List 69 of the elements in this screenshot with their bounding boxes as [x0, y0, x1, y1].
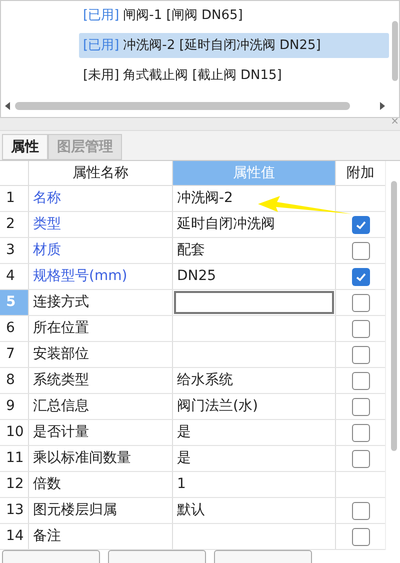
- checkmark-icon: [354, 218, 366, 230]
- value-input-field[interactable]: [174, 291, 334, 314]
- status-label: [未用]: [83, 66, 120, 85]
- row-number: 13: [0, 498, 29, 523]
- checkbox[interactable]: [352, 450, 370, 468]
- row-number: 7: [0, 342, 29, 367]
- checkbox[interactable]: [352, 502, 370, 520]
- vertical-scrollbar[interactable]: [391, 181, 397, 451]
- property-value: 给水系统: [176, 371, 233, 390]
- property-name: 名称: [29, 186, 173, 211]
- property-name: 倍数: [29, 472, 173, 497]
- row-number: 3: [0, 238, 29, 263]
- checkbox[interactable]: [352, 528, 370, 546]
- checkbox[interactable]: [352, 398, 370, 416]
- checkbox[interactable]: [352, 424, 370, 442]
- property-name: 乘以标准间数量: [29, 446, 173, 471]
- component-label: 冲洗阀-2 [延时自闭冲洗阀 DN25]: [123, 36, 321, 55]
- row-number: 9: [0, 394, 29, 419]
- component-list-item[interactable]: [已用] 闸阀-1 [闸阀 DN65]: [79, 3, 389, 28]
- horizontal-scrollbar[interactable]: [15, 102, 350, 110]
- row-number: 12: [0, 472, 29, 497]
- property-name: 类型: [29, 212, 173, 237]
- checkbox[interactable]: [352, 216, 370, 234]
- component-list-item[interactable]: [已用] 冲洗阀-2 [延时自闭冲洗阀 DN25]: [79, 33, 389, 58]
- property-name: 是否计量: [29, 420, 173, 445]
- row-number: 14: [0, 524, 29, 549]
- property-value: 默认: [176, 501, 205, 520]
- property-value: 配套: [176, 241, 205, 260]
- property-name: 汇总信息: [29, 394, 173, 419]
- scroll-right-icon[interactable]: [379, 102, 385, 110]
- property-name: 连接方式: [29, 290, 173, 315]
- row-number: 5: [0, 290, 29, 315]
- property-value: 1: [176, 475, 186, 494]
- status-label: [已用]: [83, 6, 120, 25]
- row-number: 4: [0, 264, 29, 289]
- checkbox[interactable]: [352, 268, 370, 286]
- scroll-left-icon[interactable]: [5, 102, 11, 110]
- property-value: 是: [176, 449, 191, 468]
- property-name: 安装部位: [29, 342, 173, 367]
- property-name: 材质: [29, 238, 173, 263]
- property-name: 系统类型: [29, 368, 173, 393]
- property-value: DN25: [176, 267, 216, 286]
- component-list-item[interactable]: [未用] 角式截止阀 [截止阀 DN15]: [79, 63, 389, 88]
- status-label: [已用]: [83, 36, 120, 55]
- column-header: 属性值: [173, 161, 335, 185]
- property-name: 备注: [29, 524, 173, 549]
- row-number: 1: [0, 186, 29, 211]
- property-name: 所在位置: [29, 316, 173, 341]
- property-name: 规格型号(mm): [29, 264, 173, 289]
- property-value: 是: [176, 423, 191, 442]
- checkbox[interactable]: [352, 346, 370, 364]
- checkmark-icon: [354, 270, 366, 282]
- component-label: 闸阀-1 [闸阀 DN65]: [123, 6, 243, 25]
- row-number: 8: [0, 368, 29, 393]
- checkbox[interactable]: [352, 242, 370, 260]
- row-number: 11: [0, 446, 29, 471]
- component-label: 角式截止阀 [截止阀 DN15]: [123, 66, 282, 85]
- row-number: 10: [0, 420, 29, 445]
- tab[interactable]: 属性: [2, 134, 48, 160]
- checkbox[interactable]: [352, 320, 370, 338]
- property-value: 冲洗阀-2: [176, 189, 233, 208]
- vertical-scrollbar[interactable]: [392, 21, 398, 81]
- row-number: 2: [0, 212, 29, 237]
- checkbox[interactable]: [352, 294, 370, 312]
- property-value: 延时自闭冲洗阀: [176, 215, 275, 234]
- row-number: 6: [0, 316, 29, 341]
- property-value: 阀门法兰(水): [176, 397, 258, 416]
- checkbox[interactable]: [352, 372, 370, 390]
- property-name: 图元楼层归属: [29, 498, 173, 523]
